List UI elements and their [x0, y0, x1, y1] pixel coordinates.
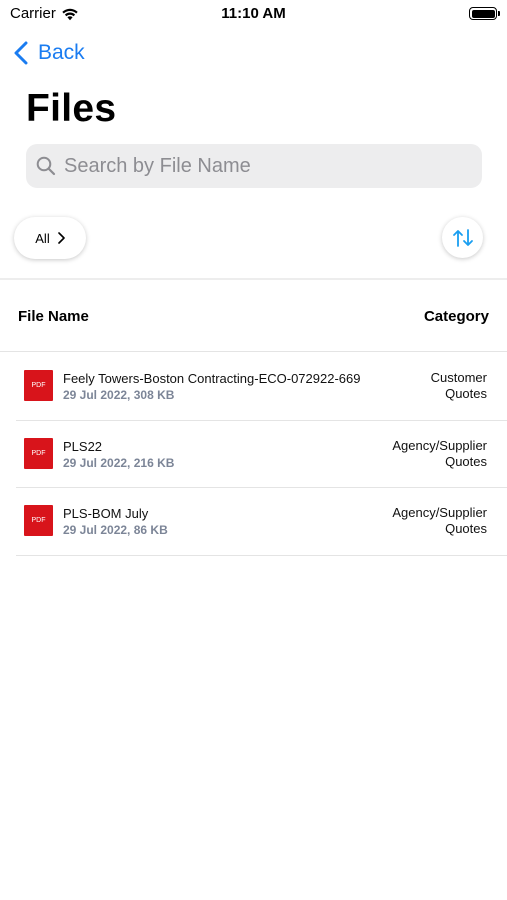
file-meta: 29 Jul 2022, 86 KB: [63, 523, 168, 537]
battery-icon: [469, 7, 500, 20]
file-name: Feely Towers-Boston Contracting-ECO-0729…: [63, 371, 361, 386]
back-button[interactable]: Back: [14, 38, 85, 68]
file-list: PDF Feely Towers-Boston Contracting-ECO-…: [16, 353, 507, 556]
back-label: Back: [38, 41, 85, 64]
sort-button[interactable]: [442, 217, 483, 258]
status-time: 11:10 AM: [221, 5, 286, 22]
status-bar: Carrier 11:10 AM: [0, 0, 507, 30]
file-name: PLS-BOM July: [63, 506, 149, 521]
battery-level: [471, 9, 495, 18]
column-header-file-name[interactable]: File Name: [18, 308, 89, 325]
pdf-file-icon: PDF: [24, 505, 53, 536]
sort-arrows-icon: [452, 228, 473, 247]
file-row[interactable]: PDF PLS22 29 Jul 2022, 216 KB Agency/Sup…: [16, 421, 507, 488]
pdf-file-icon: PDF: [24, 437, 53, 469]
column-header-category[interactable]: Category: [424, 308, 489, 325]
file-meta: 29 Jul 2022, 308 KB: [63, 388, 175, 402]
filter-label: All: [35, 230, 50, 246]
pdf-file-icon: PDF: [24, 370, 53, 401]
file-row[interactable]: PDF PLS-BOM July 29 Jul 2022, 86 KB Agen…: [16, 488, 507, 556]
search-input[interactable]: [64, 154, 444, 178]
file-category: Agency/Supplier Quotes: [392, 505, 487, 536]
file-category: Agency/Supplier Quotes: [392, 437, 487, 469]
search-icon: [36, 156, 56, 176]
table-header: File Name Category: [0, 280, 507, 352]
search-bar[interactable]: [26, 144, 482, 188]
file-row[interactable]: PDF Feely Towers-Boston Contracting-ECO-…: [16, 353, 507, 421]
filter-all-button[interactable]: All: [14, 217, 86, 259]
page-title: Files: [26, 87, 117, 130]
chevron-left-icon: [14, 41, 28, 65]
file-category: Customer Quotes: [430, 370, 487, 401]
chevron-right-icon: [57, 232, 65, 244]
file-name: PLS22: [63, 438, 103, 454]
file-meta: 29 Jul 2022, 216 KB: [63, 455, 175, 470]
